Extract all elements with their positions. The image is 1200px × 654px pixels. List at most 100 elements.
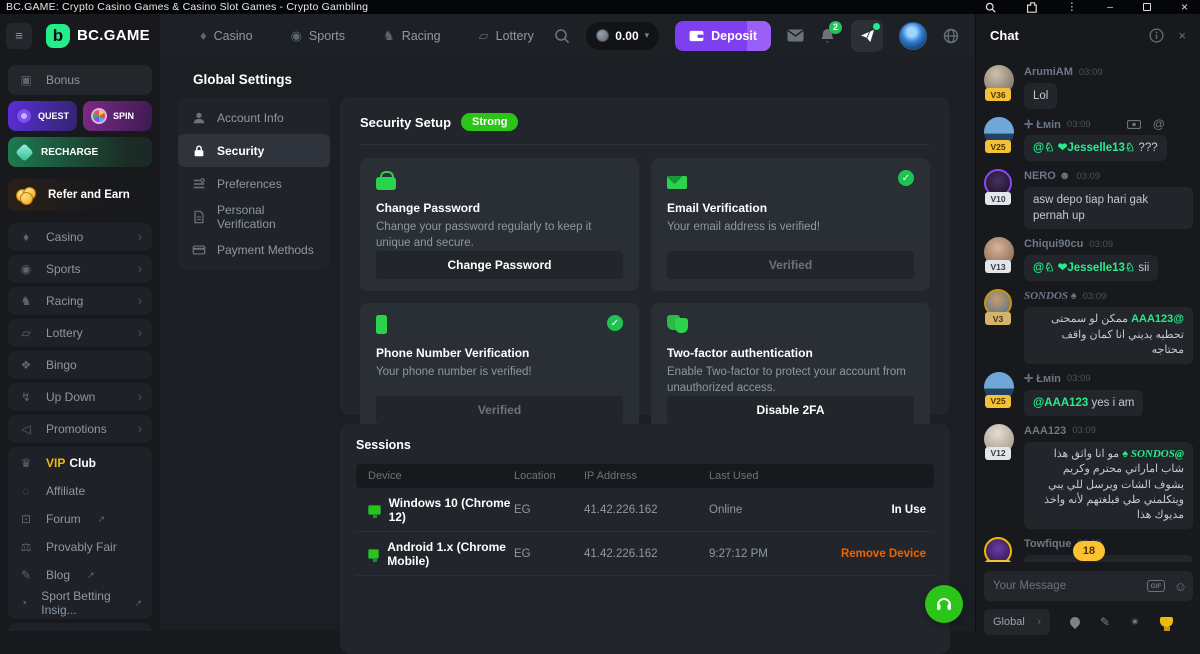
green-shield-icon [667, 315, 689, 335]
chat-timestamp: 03:09 [1089, 239, 1113, 250]
search-icon[interactable] [985, 1, 996, 13]
minimize-icon[interactable]: – [1107, 1, 1113, 13]
mention[interactable]: @AAA123 [1131, 313, 1184, 325]
nav-racing[interactable]: ♞ Racing [383, 28, 441, 44]
browser-menu-icon[interactable]: ⋮ [1067, 1, 1078, 13]
quest-target-icon [16, 108, 32, 124]
gold-coins-icon [16, 187, 38, 203]
lottery-icon: ▱ [18, 326, 34, 340]
mention[interactable]: @♘ ❤Jesselle13♘ [1033, 262, 1135, 274]
sidebar-item-affiliate[interactable]: ◌ Affiliate [8, 477, 152, 505]
sidebar-item-forum[interactable]: ⊡ Forum ↗ [8, 505, 152, 533]
sidebar-item-casino[interactable]: ♦ Casino › [8, 223, 152, 251]
spin-button[interactable]: SPIN [83, 101, 152, 131]
chat-toggle-icon[interactable] [851, 20, 883, 52]
change-password-button[interactable]: Change Password [376, 251, 623, 279]
sidebar-item-promotions[interactable]: ◁ Promotions › [8, 415, 152, 443]
tab-payment-methods[interactable]: Payment Methods [178, 233, 330, 266]
casino-icon: ♦ [18, 230, 34, 244]
pencil-icon[interactable]: ✎ [1100, 615, 1110, 629]
sidebar-item-sport-betting-insights[interactable]: ◔ Sport Betting Insig... ↗ [8, 589, 152, 617]
user-avatar[interactable] [899, 22, 927, 50]
chat-username[interactable]: AAA123 [1024, 425, 1066, 437]
security-setup-title: Security Setup [360, 115, 451, 130]
hamburger-menu-icon[interactable]: ≡ [6, 23, 32, 49]
mention[interactable]: @SONDOS ♠ [1122, 448, 1184, 460]
deposit-button[interactable]: Deposit [675, 21, 771, 51]
language-globe-icon[interactable] [943, 28, 959, 44]
chat-bubble: @♘ ❤Jesselle13♘ sii [1024, 255, 1158, 281]
vip-level-badge: V25 [985, 140, 1011, 153]
mail-icon[interactable] [787, 29, 804, 42]
sidebar-item-bonus[interactable]: ▣ Bonus [8, 65, 152, 95]
extensions-icon[interactable] [1026, 1, 1037, 13]
mention[interactable]: @AAA123 [1033, 397, 1088, 409]
document-icon [192, 210, 206, 224]
rain-drop-icon[interactable] [1068, 615, 1082, 629]
external-link-icon: ↗ [134, 598, 142, 609]
quest-button[interactable]: QUEST [8, 101, 77, 131]
sidebar-next-card-edge [8, 623, 152, 631]
sidebar-item-sports[interactable]: ◉ Sports › [8, 255, 152, 283]
phone-verified-button[interactable]: Verified [376, 396, 623, 424]
sidebar-item-provably-fair[interactable]: ⚖ Provably Fair [8, 533, 152, 561]
chat-info-icon[interactable] [1149, 28, 1164, 43]
search-icon[interactable] [554, 28, 570, 44]
nav-casino[interactable]: ♦ Casino [200, 28, 253, 43]
sidebar-item-updown[interactable]: ↯ Up Down › [8, 383, 152, 411]
top-nav: ♦ Casino ◉ Sports ♞ Racing ▱ Lottery [160, 28, 534, 44]
sidebar-item-vip-club[interactable]: ♛ VIPClub [8, 449, 152, 477]
scales-icon: ⚖ [18, 540, 34, 554]
chat-username[interactable]: ✛ Łмin [1024, 372, 1061, 385]
sidebar-item-bingo[interactable]: ❖ Bingo [8, 351, 152, 379]
support-headphones-button[interactable] [925, 585, 963, 623]
maximize-icon[interactable] [1143, 1, 1151, 13]
chat-message-list: V36 ArumiAM 03:09 Lol V25 ✛ Łмin 03:09 @… [976, 57, 1200, 567]
disable-2fa-button[interactable]: Disable 2FA [667, 396, 914, 424]
chat-username[interactable]: ArumiAM [1024, 66, 1073, 78]
refer-and-earn-button[interactable]: Refer and Earn [8, 179, 152, 211]
bcgame-logo[interactable]: b BC.GAME [46, 24, 150, 48]
mention[interactable]: @♘ ❤Jesselle13♘ [1033, 142, 1135, 154]
close-window-icon[interactable]: × [1181, 1, 1188, 13]
chevron-right-icon: › [138, 326, 142, 340]
racing-icon: ♞ [383, 28, 395, 44]
session-status: In Use [829, 504, 934, 516]
sidebar-item-blog[interactable]: ✎ Blog ↗ [8, 561, 152, 589]
chat-message: V25 ✛ Łмin 03:09 @AAA123 yes i am [984, 372, 1193, 416]
tab-personal-verification[interactable]: Personal Verification [178, 200, 330, 233]
email-verified-button[interactable]: Verified [667, 251, 914, 279]
chat-username[interactable]: Towfique [1024, 538, 1071, 550]
tab-account-info[interactable]: Account Info [178, 101, 330, 134]
tab-preferences[interactable]: Preferences [178, 167, 330, 200]
chat-username[interactable]: SONDOS ♠ [1024, 290, 1077, 302]
chat-username[interactable]: ✛ Łмin [1024, 118, 1061, 131]
sidebar-item-racing[interactable]: ♞ Racing › [8, 287, 152, 315]
sessions-table-header: Device Location IP Address Last Used [356, 464, 934, 488]
notifications-bell-icon[interactable]: 2 [820, 28, 835, 44]
lightning-icon: ↯ [18, 390, 34, 404]
recharge-button[interactable]: RECHARGE [8, 137, 152, 167]
nav-sports[interactable]: ◉ Sports [291, 28, 345, 44]
chat-close-icon[interactable]: × [1178, 28, 1186, 43]
sidebar-item-lottery[interactable]: ▱ Lottery › [8, 319, 152, 347]
wallet-balance[interactable]: 0.00 ▾ [586, 22, 659, 50]
vip-level-badge: V3 [985, 312, 1011, 325]
chat-message-input[interactable] [993, 580, 1147, 592]
mention-at-icon[interactable]: @ [1153, 117, 1165, 131]
tip-money-icon[interactable] [1127, 120, 1141, 129]
trophy-icon[interactable] [1160, 617, 1173, 627]
remove-device-button[interactable]: Remove Device [829, 548, 934, 560]
gif-icon[interactable]: GIF [1147, 580, 1165, 592]
new-messages-pill[interactable]: 18 [1073, 541, 1105, 561]
vip-level-badge: V13 [985, 260, 1011, 273]
chat-username[interactable]: Chiqui90cu [1024, 238, 1083, 250]
chat-channel-select[interactable]: Global › [984, 609, 1050, 635]
sports-icon: ◉ [18, 262, 34, 276]
chat-panel: Chat × V36 ArumiAM 03:09 Lol V25 ✛ Łмin … [975, 14, 1200, 631]
chat-username[interactable]: NERO ☻ [1024, 170, 1070, 182]
nav-lottery[interactable]: ▱ Lottery [479, 28, 534, 44]
coin-tip-icon[interactable]: ✴ [1130, 615, 1140, 629]
tab-security[interactable]: Security [178, 134, 330, 167]
emoji-icon[interactable]: ☺ [1174, 579, 1187, 594]
